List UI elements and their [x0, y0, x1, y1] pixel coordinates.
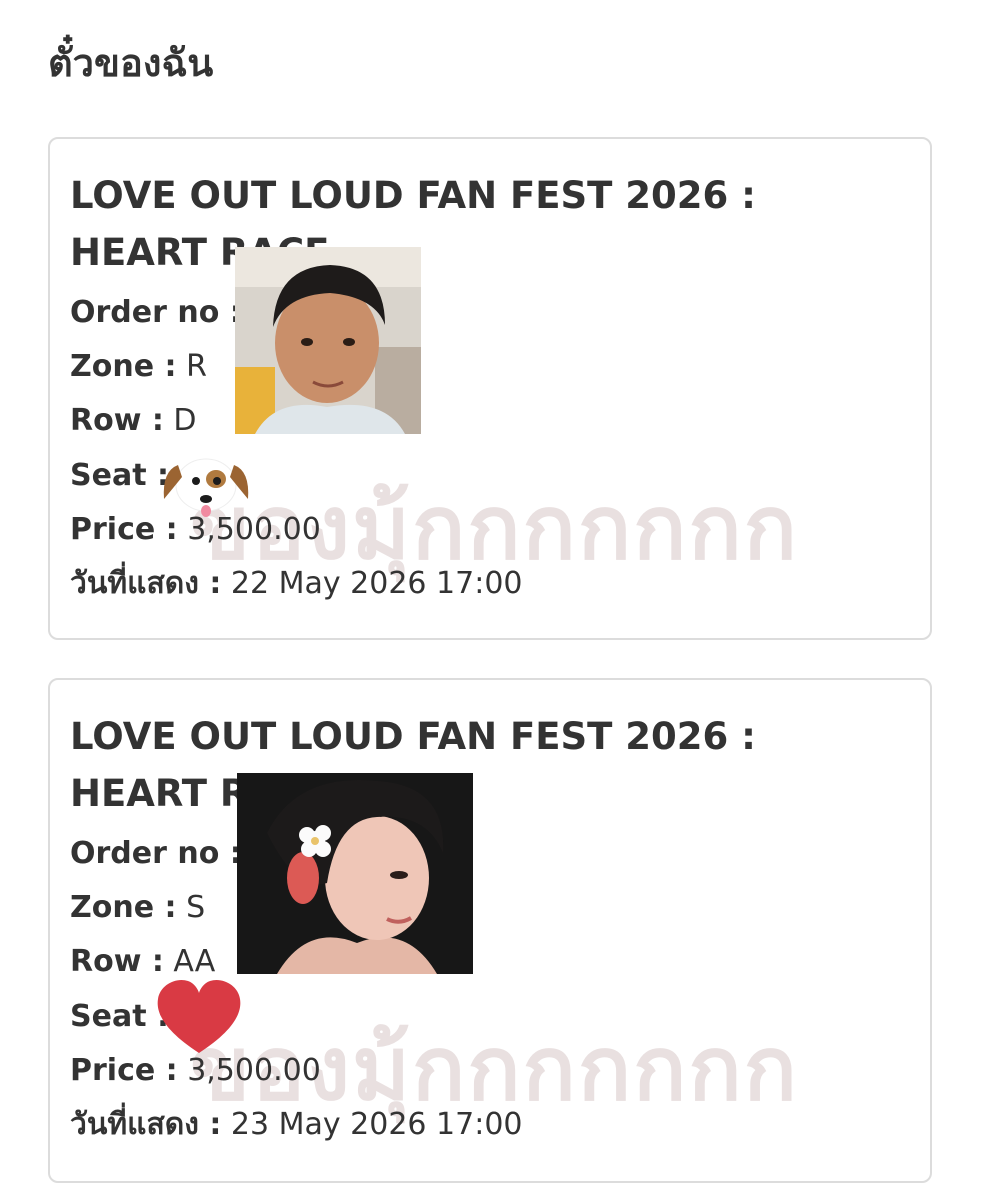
- date-value: 23 May 2026 17:00: [230, 1107, 523, 1142]
- order-label: Order no :: [70, 836, 242, 871]
- order-line: Order no :: [70, 293, 242, 333]
- row-value: AA: [173, 944, 216, 979]
- date-value: 22 May 2026 17:00: [230, 566, 523, 601]
- portrait-photo: [237, 773, 473, 974]
- zone-line: Zone : S: [70, 888, 205, 928]
- row-line: Row : AA: [70, 942, 215, 982]
- price-value: 3,500.00: [187, 1053, 321, 1088]
- row-value: D: [173, 403, 197, 438]
- zone-label: Zone :: [70, 349, 177, 384]
- price-label: Price :: [70, 1053, 178, 1088]
- date-label: วันที่แสดง :: [70, 566, 222, 601]
- event-title: LOVE OUT LOUD FAN FEST 2026 : HEART RACE: [70, 715, 756, 815]
- price-line: Price : 3,500.00: [70, 1051, 321, 1091]
- heart-icon: [157, 979, 241, 1053]
- row-line: Row : D: [70, 401, 197, 441]
- seat-line: Seat :: [70, 456, 169, 496]
- event-title: LOVE OUT LOUD FAN FEST 2026 : HEART RACE: [70, 174, 756, 274]
- page-title: ตั๋วของฉัน: [48, 41, 214, 85]
- zone-line: Zone : R: [70, 347, 207, 387]
- seat-label: Seat :: [70, 458, 169, 493]
- row-label: Row :: [70, 944, 164, 979]
- date-line: วันที่แสดง : 22 May 2026 17:00: [70, 564, 523, 604]
- zone-value: S: [186, 890, 206, 925]
- order-line: Order no :: [70, 834, 242, 874]
- row-label: Row :: [70, 403, 164, 438]
- child-photo: [235, 247, 421, 434]
- zone-label: Zone :: [70, 890, 177, 925]
- ticket-card[interactable]: LOVE OUT LOUD FAN FEST 2026 : HEART RACE…: [48, 137, 932, 640]
- date-line: วันที่แสดง : 23 May 2026 17:00: [70, 1105, 523, 1145]
- date-label: วันที่แสดง :: [70, 1107, 222, 1142]
- dog-face-icon: [163, 458, 249, 517]
- order-label: Order no :: [70, 295, 242, 330]
- ticket-card[interactable]: LOVE OUT LOUD FAN FEST 2026 : HEART RACE…: [48, 678, 932, 1183]
- zone-value: R: [186, 349, 207, 384]
